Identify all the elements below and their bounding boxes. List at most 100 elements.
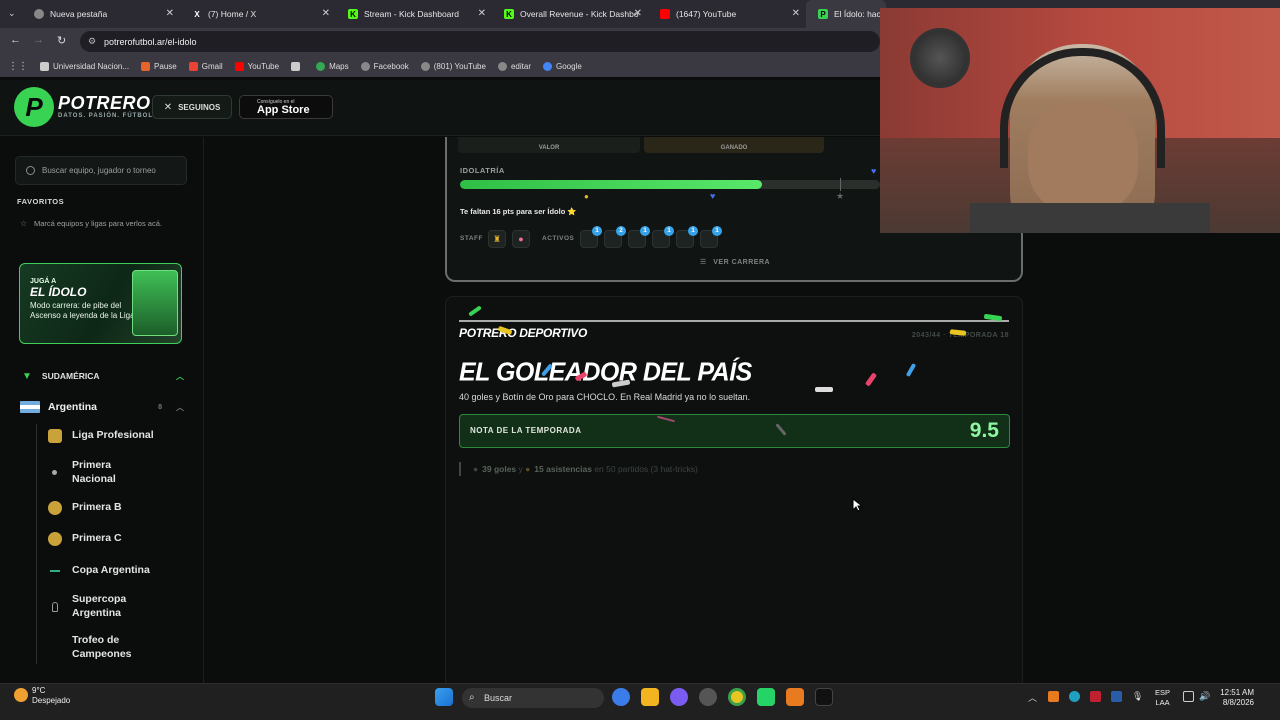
close-icon[interactable]: ✕ <box>166 8 174 19</box>
active-chip[interactable]: 1 <box>700 226 722 248</box>
sidebar-item-primera-c[interactable]: Primera C <box>48 532 122 546</box>
heart-icon: ♥ <box>871 166 877 176</box>
steam-icon[interactable] <box>1111 691 1122 702</box>
rating-value: 9.5 <box>969 419 999 442</box>
argentina-flag-icon <box>20 401 40 413</box>
sidebar-item-primera-b[interactable]: Primera B <box>48 501 122 515</box>
x-icon: X <box>194 9 200 19</box>
bookmark-item[interactable]: Pause <box>141 61 177 71</box>
network-icon[interactable] <box>1183 691 1194 702</box>
google-icon <box>542 61 552 71</box>
windows-start-icon[interactable] <box>435 688 453 706</box>
whatsapp-icon[interactable] <box>757 688 775 706</box>
app-store-button[interactable]: Consíguelo en el App Store <box>239 95 333 119</box>
back-icon[interactable]: ← <box>10 34 21 46</box>
microphone-icon[interactable]: 🎙 <box>1132 691 1143 702</box>
discord-icon[interactable] <box>670 688 688 706</box>
tree-line <box>36 424 37 664</box>
sidebar-item-copa-argentina[interactable]: Copa Argentina <box>48 564 150 578</box>
region-label: SUDAMÉRICA <box>41 371 100 381</box>
tray-icon[interactable] <box>1048 691 1059 702</box>
logo-name[interactable]: POTRERO <box>58 93 151 114</box>
tab-x-home[interactable]: X (7) Home / X ✕ <box>180 0 336 28</box>
weather-widget[interactable]: 9°C Despejado <box>12 686 70 706</box>
forward-icon[interactable]: → <box>33 34 44 46</box>
bookmark-item[interactable]: YouTube <box>234 61 279 71</box>
see-career-link[interactable]: ☰ VER CARRERA <box>700 258 770 266</box>
tray-icon[interactable] <box>1090 691 1101 702</box>
globe-icon <box>360 61 370 71</box>
chevron-up-icon[interactable]: ︿ <box>1028 691 1039 703</box>
tab-kick-stream[interactable]: K Stream - Kick Dashboard ✕ <box>336 0 492 28</box>
close-icon[interactable]: ✕ <box>634 8 642 19</box>
promo-kicker: JUGÁ A <box>30 278 57 285</box>
active-chip[interactable]: 1 <box>652 226 674 248</box>
site-info-icon[interactable]: ⚙ <box>88 36 96 47</box>
tab-youtube[interactable]: (1647) YouTube ✕ <box>648 0 806 28</box>
country-argentina[interactable]: Argentina 8 ︿ <box>20 398 184 416</box>
app-icon[interactable] <box>786 688 804 706</box>
taskbar-search[interactable]: ⌕ Buscar <box>462 688 604 708</box>
active-chip[interactable]: 1 <box>580 226 602 248</box>
sidebar-item-supercopa-argentina[interactable]: Supercopa Argentina <box>48 593 148 620</box>
tab-el-idolo[interactable]: P El Ídolo: hacé <box>806 0 886 28</box>
progress-marker <box>840 178 841 191</box>
address-bar[interactable]: ⚙ potrerofutbol.ar/el-idolo <box>80 31 880 52</box>
tab-kick-revenue[interactable]: K Overall Revenue - Kick Dashbo ✕ <box>492 0 648 28</box>
idolatry-label: IDOLATRÍA <box>460 166 505 175</box>
staff-chip[interactable]: ♜ <box>488 230 506 248</box>
tray-icon[interactable] <box>1069 691 1080 702</box>
clock[interactable]: 12:51 AM 8/8/2026 <box>1218 688 1254 708</box>
active-label: ACTIVOS <box>542 235 575 242</box>
copilot-icon[interactable] <box>612 688 630 706</box>
tab-nueva-pestana[interactable]: Nueva pestaña ✕ <box>22 0 180 28</box>
tab-label: Overall Revenue - Kick Dashbo <box>520 9 639 19</box>
volume-icon[interactable]: 🔊 <box>1199 691 1210 702</box>
active-chip[interactable]: 1 <box>628 226 650 248</box>
reload-icon[interactable]: ↻ <box>57 34 66 47</box>
active-chip[interactable]: 2 <box>604 226 626 248</box>
el-idolo-promo[interactable]: JUGÁ A EL ÍDOLO Modo carrera: de pibe de… <box>19 263 182 344</box>
follow-button[interactable]: ✕ SEGUINOS <box>152 95 232 119</box>
league-label: Liga Profesional <box>72 429 154 442</box>
close-icon[interactable]: ✕ <box>322 8 330 19</box>
bookmark-item[interactable]: Gmail <box>188 61 223 71</box>
search-icon: ⌕ <box>469 692 475 703</box>
chevron-up-icon[interactable]: ︿ <box>176 402 184 413</box>
active-chip[interactable]: 1 <box>676 226 698 248</box>
league-label: Supercopa Argentina <box>72 593 127 619</box>
chrome-icon[interactable] <box>728 688 746 706</box>
staff-chip[interactable]: ● <box>512 230 530 248</box>
windows-taskbar <box>0 683 1280 720</box>
sidebar-item-liga-profesional[interactable]: Liga Profesional <box>48 429 154 443</box>
bookmark-item[interactable]: Facebook <box>360 61 409 71</box>
bookmark-item[interactable]: (801) YouTube <box>420 61 486 71</box>
close-icon[interactable]: ✕ <box>478 8 486 19</box>
bookmark-item[interactable] <box>291 61 304 71</box>
close-icon[interactable]: ✕ <box>792 8 800 19</box>
tab-label: Stream - Kick Dashboard <box>364 9 459 19</box>
search-input[interactable]: Buscar equipo, jugador o torneo <box>15 156 187 185</box>
maps-icon <box>316 61 326 71</box>
bookmark-item[interactable]: Maps <box>316 61 349 71</box>
file-explorer-icon[interactable] <box>641 688 659 706</box>
bookmark-item[interactable]: Google <box>542 61 582 71</box>
tab-label: (7) Home / X <box>208 9 257 19</box>
region-sudamerica[interactable]: ▼ SUDAMÉRICA ︿ <box>22 368 184 384</box>
app-icon[interactable] <box>815 688 833 706</box>
sidebar-item-trofeo-de-campeones[interactable]: Trofeo de Campeones <box>48 634 148 661</box>
favorites-heading: FAVORITOS <box>17 197 65 206</box>
country-label: Argentina <box>48 401 98 413</box>
potrero-logo-icon[interactable]: P <box>14 87 54 127</box>
idolatry-progress-fill <box>460 180 763 189</box>
language-indicator[interactable]: ESP LAA <box>1155 688 1170 708</box>
chevron-up-icon[interactable]: ︿ <box>176 371 184 382</box>
sidebar-item-primera-nacional[interactable]: Primera Nacional <box>48 459 138 486</box>
tab-list-icon[interactable]: ⌄ <box>8 8 16 19</box>
league-label: Primera Nacional <box>72 459 116 485</box>
apps-icon[interactable]: ⋮⋮ <box>8 61 28 72</box>
bookmark-item[interactable]: Universidad Nacion... <box>40 61 129 71</box>
obs-icon[interactable] <box>699 688 717 706</box>
bookmark-item[interactable]: editar <box>497 61 531 71</box>
league-icon <box>48 429 62 443</box>
